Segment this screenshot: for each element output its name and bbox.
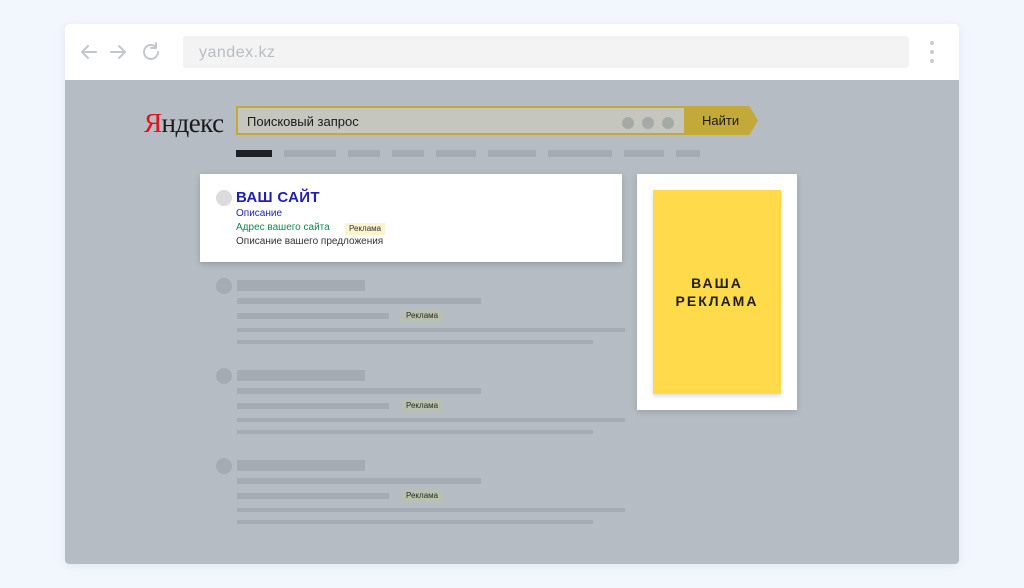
voice-icon[interactable] — [642, 117, 654, 129]
tab-placeholder[interactable] — [284, 150, 336, 157]
tab-placeholder[interactable] — [548, 150, 612, 157]
address-bar[interactable]: yandex.kz — [183, 36, 909, 68]
back-arrow-icon[interactable] — [78, 41, 100, 63]
ad-result-title[interactable]: ВАШ САЙТ — [236, 189, 320, 206]
placeholder-line — [237, 403, 389, 409]
search-button[interactable]: Найти — [686, 106, 758, 135]
side-banner-text: ВАША РЕКЛАМА — [675, 275, 759, 309]
placeholder-line — [237, 430, 593, 434]
tab-placeholder[interactable] — [348, 150, 380, 157]
side-banner-ad[interactable]: ВАША РЕКЛАМА — [637, 174, 797, 410]
placeholder-favicon-icon — [216, 278, 232, 294]
placeholder-line — [237, 388, 481, 394]
browser-window: yandex.kz Яндекс Поисковый запрос Найти … — [65, 24, 959, 564]
placeholder-favicon-icon — [216, 368, 232, 384]
site-favicon-icon — [216, 190, 232, 206]
search-input[interactable]: Поисковый запрос — [236, 106, 686, 135]
placeholder-title — [237, 460, 365, 471]
browser-toolbar: yandex.kz — [65, 24, 959, 80]
placeholder-title — [237, 280, 365, 291]
ad-result-offer: Описание вашего предложения — [236, 236, 384, 247]
tab-placeholder[interactable] — [488, 150, 536, 157]
reload-icon[interactable] — [140, 41, 162, 63]
forward-arrow-icon[interactable] — [107, 41, 129, 63]
tab-placeholder[interactable] — [392, 150, 424, 157]
side-banner-yellow-block: ВАША РЕКЛАМА — [653, 190, 781, 394]
ad-badge: Реклама — [402, 490, 443, 502]
tab-search[interactable] — [236, 150, 272, 157]
placeholder-line — [237, 328, 625, 332]
search-query-text: Поисковый запрос — [247, 114, 359, 129]
placeholder-title — [237, 370, 365, 381]
placeholder-line — [237, 340, 593, 344]
placeholder-line — [237, 508, 625, 512]
ad-result-url[interactable]: Адрес вашего сайта — [236, 222, 330, 233]
placeholder-line — [237, 313, 389, 319]
ad-badge: Реклама — [402, 310, 443, 322]
placeholder-line — [237, 520, 593, 524]
ad-badge: Реклама — [402, 400, 443, 412]
yandex-logo[interactable]: Яндекс — [144, 108, 224, 139]
placeholder-line — [237, 298, 481, 304]
placeholder-favicon-icon — [216, 458, 232, 474]
ad-result-card: ВАШ САЙТ Описание Адрес вашего сайта Рек… — [200, 174, 622, 262]
tab-placeholder[interactable] — [624, 150, 664, 157]
tab-placeholder[interactable] — [676, 150, 700, 157]
keyboard-icon[interactable] — [622, 117, 634, 129]
placeholder-line — [237, 478, 481, 484]
kebab-menu-icon[interactable] — [928, 41, 936, 65]
tab-placeholder[interactable] — [436, 150, 476, 157]
placeholder-line — [237, 493, 389, 499]
ad-badge: Реклама — [345, 223, 386, 235]
ad-result-description: Описание — [236, 208, 283, 219]
placeholder-line — [237, 418, 625, 422]
image-search-icon[interactable] — [662, 117, 674, 129]
